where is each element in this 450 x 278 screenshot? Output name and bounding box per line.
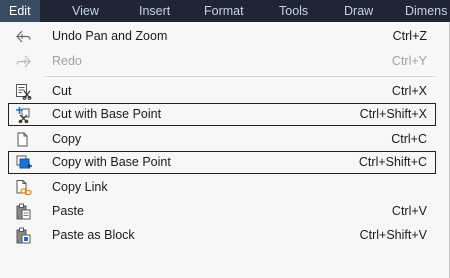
cut-base-point-icon: [15, 106, 32, 124]
menubar-edit[interactable]: Edit: [0, 0, 40, 22]
menu-item-shortcut: Ctrl+Shift+C: [358, 155, 427, 169]
menu-item-copy-link[interactable]: Copy Link: [8, 176, 436, 199]
menu-item-label: Cut with Base Point: [52, 107, 162, 121]
paste-icon: [15, 203, 32, 220]
menubar-view[interactable]: View: [72, 0, 99, 22]
edit-menu-dropdown: Undo Pan and Zoom Ctrl+Z Redo Ctrl+Y Cut…: [0, 22, 450, 278]
menu-item-shortcut: Ctrl+C: [391, 132, 427, 146]
menubar-insert[interactable]: Insert: [139, 0, 170, 22]
copy-base-point-icon: [15, 154, 32, 171]
menu-item-shortcut: Ctrl+Shift+V: [359, 228, 427, 242]
menu-item-shortcut: Ctrl+Shift+X: [359, 107, 427, 121]
menu-item-shortcut: Ctrl+V: [391, 204, 427, 218]
menu-item-label: Paste: [52, 204, 84, 218]
menu-bar: Edit View Insert Format Tools Draw Dimen…: [0, 0, 450, 22]
undo-icon: [15, 28, 32, 45]
menu-item-cut-with-base-point[interactable]: Cut with Base Point Ctrl+Shift+X: [8, 103, 436, 126]
menu-item-label: Copy with Base Point: [52, 155, 171, 169]
menubar-dimension[interactable]: Dimens: [405, 0, 447, 22]
menu-item-shortcut: Ctrl+Y: [391, 54, 427, 68]
menu-item-label: Cut: [52, 84, 72, 98]
cut-icon: [15, 83, 32, 100]
menu-item-copy-with-base-point[interactable]: Copy with Base Point Ctrl+Shift+C: [8, 151, 436, 174]
menu-item-shortcut: Ctrl+X: [391, 84, 427, 98]
menu-item-cut[interactable]: Cut Ctrl+X: [8, 80, 436, 103]
menu-item-paste[interactable]: Paste Ctrl+V: [8, 200, 436, 223]
menu-item-label: Undo Pan and Zoom: [52, 29, 168, 43]
menu-item-label: Paste as Block: [52, 228, 135, 242]
menu-item-undo[interactable]: Undo Pan and Zoom Ctrl+Z: [8, 25, 436, 48]
menubar-draw[interactable]: Draw: [344, 0, 373, 22]
menu-separator: [44, 76, 436, 77]
menu-item-label: Redo: [52, 54, 82, 68]
paste-block-icon: [15, 227, 32, 244]
menu-item-redo[interactable]: Redo Ctrl+Y: [8, 50, 436, 73]
menu-item-paste-as-block[interactable]: Paste as Block Ctrl+Shift+V: [8, 224, 436, 247]
menu-item-label: Copy Link: [52, 180, 108, 194]
menubar-format[interactable]: Format: [204, 0, 244, 22]
copy-icon: [15, 131, 32, 148]
redo-icon: [15, 53, 32, 70]
menubar-tools[interactable]: Tools: [279, 0, 308, 22]
copy-link-icon: [15, 179, 32, 196]
menu-item-shortcut: Ctrl+Z: [392, 29, 427, 43]
menu-item-copy[interactable]: Copy Ctrl+C: [8, 128, 436, 151]
menu-item-label: Copy: [52, 132, 82, 146]
